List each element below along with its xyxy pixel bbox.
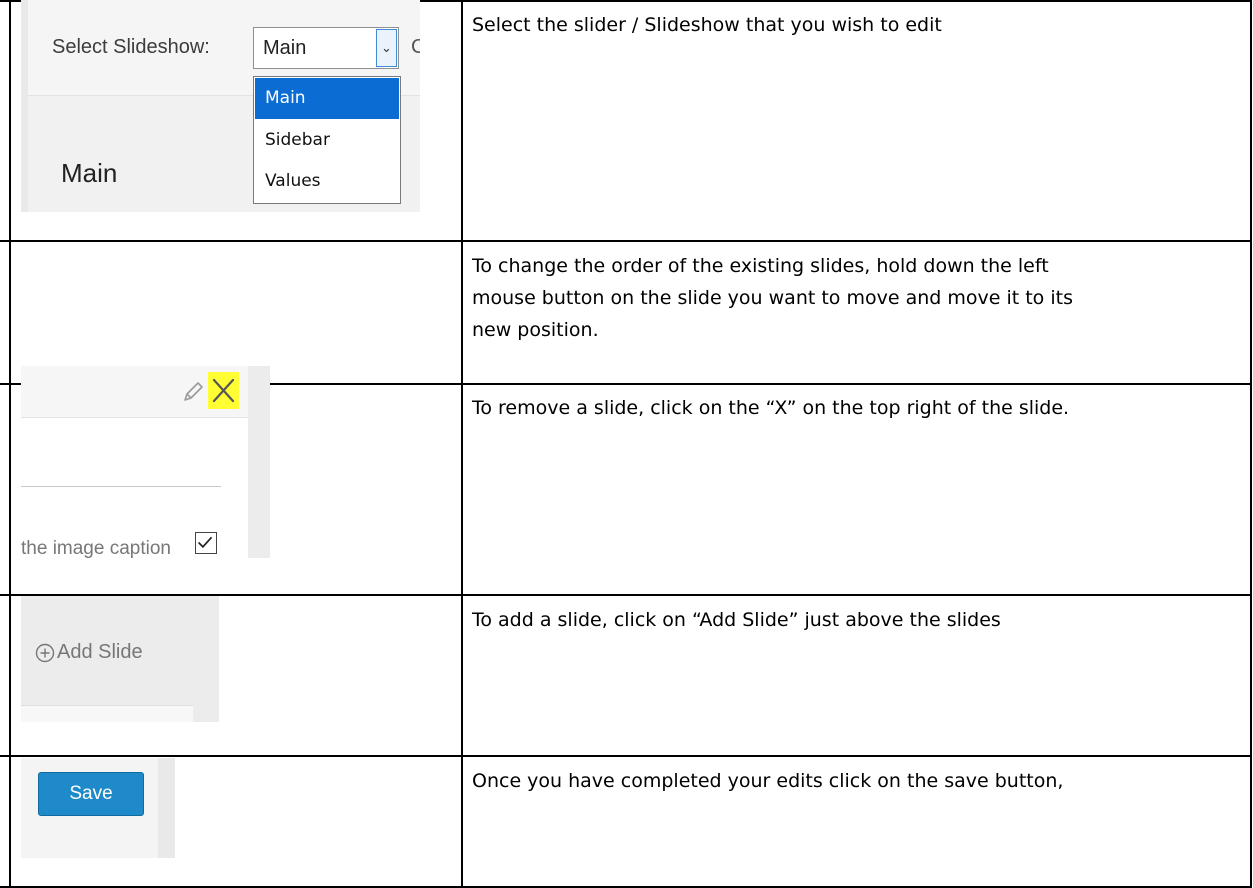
row-divider (0, 240, 1252, 242)
slideshow-select[interactable]: Main ⌄ (253, 27, 399, 69)
pencil-icon[interactable] (179, 378, 207, 406)
table-border-right (1250, 0, 1252, 888)
slideshow-dropdown-list: Main Sidebar Values (253, 76, 401, 204)
save-screenshot: Save (21, 758, 175, 858)
save-button[interactable]: Save (38, 772, 144, 816)
checkbox-checked-icon (197, 536, 213, 549)
close-icon[interactable] (208, 372, 239, 409)
cut-off-text: C (411, 36, 420, 58)
dropdown-option-main[interactable]: Main (255, 78, 399, 119)
step-description-save: Once you have completed your edits click… (472, 770, 1064, 792)
caption-checkbox[interactable] (195, 532, 217, 554)
selected-slideshow-value: Main (263, 37, 307, 59)
table-border-left (9, 0, 11, 888)
add-slide-link[interactable]: Add Slide (57, 641, 143, 664)
step-description-reorder: To change the order of the existing slid… (472, 255, 1073, 341)
step-description-add: To add a slide, click on “Add Slide” jus… (472, 609, 1001, 631)
column-divider (461, 0, 463, 888)
slideshow-heading: Main (61, 158, 118, 188)
slideshow-selector-screenshot: Select Slideshow: Main ⌄ C Main Sidebar … (21, 0, 420, 212)
select-slideshow-label: Select Slideshow: (52, 36, 210, 58)
add-slide-screenshot: Add Slide (21, 596, 219, 722)
plus-circle-icon[interactable] (35, 643, 55, 663)
dropdown-option-sidebar[interactable]: Sidebar (255, 120, 399, 161)
row-divider (0, 755, 1252, 757)
image-caption-label: the image caption (21, 538, 171, 558)
remove-slide-screenshot: the image caption (21, 366, 270, 558)
step-description-remove: To remove a slide, click on the “X” on t… (472, 397, 1070, 419)
dropdown-option-values[interactable]: Values (255, 161, 399, 202)
step-description-select: Select the slider / Slideshow that you w… (472, 14, 942, 36)
chevron-down-icon[interactable]: ⌄ (376, 29, 397, 67)
